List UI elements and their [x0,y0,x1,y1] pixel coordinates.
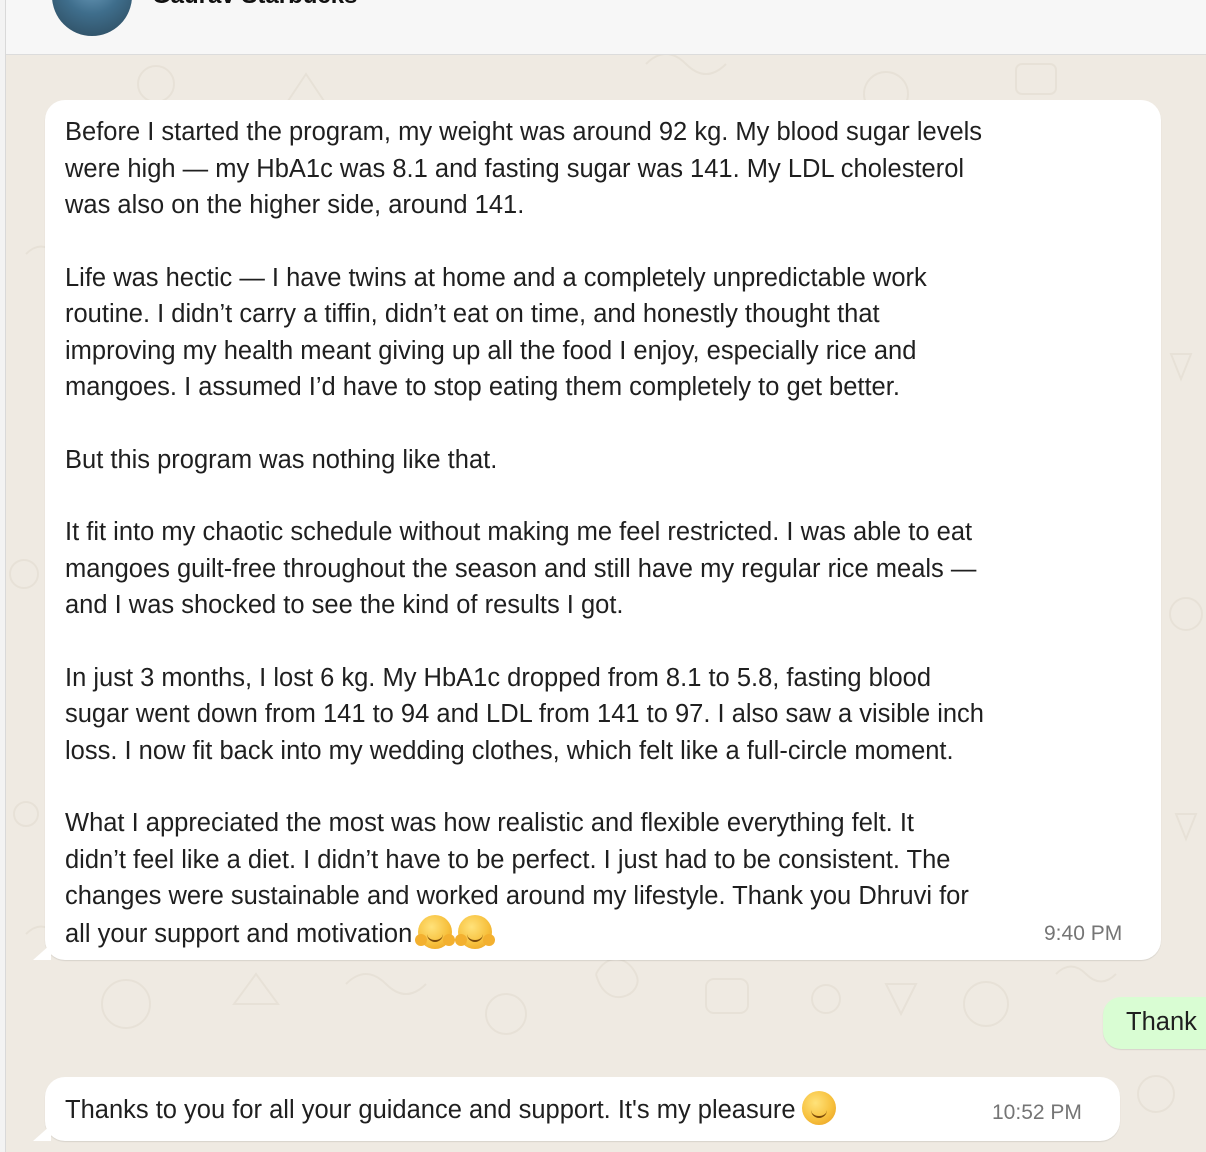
message-line: loss. I now fit back into my wedding clo… [65,736,954,765]
message-line: sugar went down from 141 to 94 and LDL f… [65,700,984,728]
message-text: Before I started the program, my weight … [65,114,1155,952]
message-line: Life was hectic — I have twins at home a… [65,263,927,292]
message-line: changes were sustainable and worked arou… [65,882,969,910]
message-line-with-emoji: all your support and motivation [65,914,1155,953]
outgoing-message-text: Thank [1126,1008,1197,1036]
hugging-face-emoji-icon [415,914,453,949]
message-line: In just 3 months, I lost 6 kg. My HbA1c … [65,663,932,692]
message-line: improving my health meant giving up all … [65,336,917,365]
message-paragraph: But this program was nothing like that. [65,442,1155,479]
message-line: It fit into my chaotic schedule without … [65,518,973,546]
message-line: didn’t feel like a diet. I didn’t have t… [65,845,951,874]
message-line: But this program was nothing like that. [65,445,498,474]
message-paragraph: In just 3 months, I lost 6 kg. My HbA1c … [65,660,1155,770]
chat-header: Gaurav Starbucks [6,0,1206,55]
message-line: were high — my HbA1c was 8.1 and fasting… [65,154,965,183]
chat-window: Gaurav Starbucks Before I started the pr… [5,0,1206,1152]
smiling-face-emoji-icon [801,1091,836,1125]
message-line: all your support and motivation [65,919,413,948]
message-line: routine. I didn’t carry a tiffin, didn’t… [65,300,880,328]
contact-avatar[interactable] [52,0,132,36]
message-line: mangoes guilt-free throughout the season… [65,554,977,583]
message-line: Thanks to you for all your guidance and … [65,1096,796,1124]
contact-name[interactable]: Gaurav Starbucks [152,0,357,10]
message-line: and I was shocked to see the kind of res… [65,591,624,619]
hugging-face-emoji-icon [455,914,493,949]
message-timestamp: 9:40 PM [1044,922,1123,945]
message-text: Thanks to you for all your guidance and … [65,1091,836,1128]
message-paragraph: Life was hectic — I have twins at home a… [65,260,1155,406]
message-paragraph: Before I started the program, my weight … [65,114,1155,224]
message-line: Before I started the program, my weight … [65,118,983,146]
message-line: What I appreciated the most was how real… [65,809,914,837]
message-paragraph: It fit into my chaotic schedule without … [65,514,1155,624]
message-paragraph: What I appreciated the most was how real… [65,805,1155,952]
message-line: was also on the higher side, around 141. [65,191,525,219]
message-line: mangoes. I assumed I’d have to stop eati… [65,373,900,401]
message-timestamp: 10:52 PM [992,1101,1082,1124]
